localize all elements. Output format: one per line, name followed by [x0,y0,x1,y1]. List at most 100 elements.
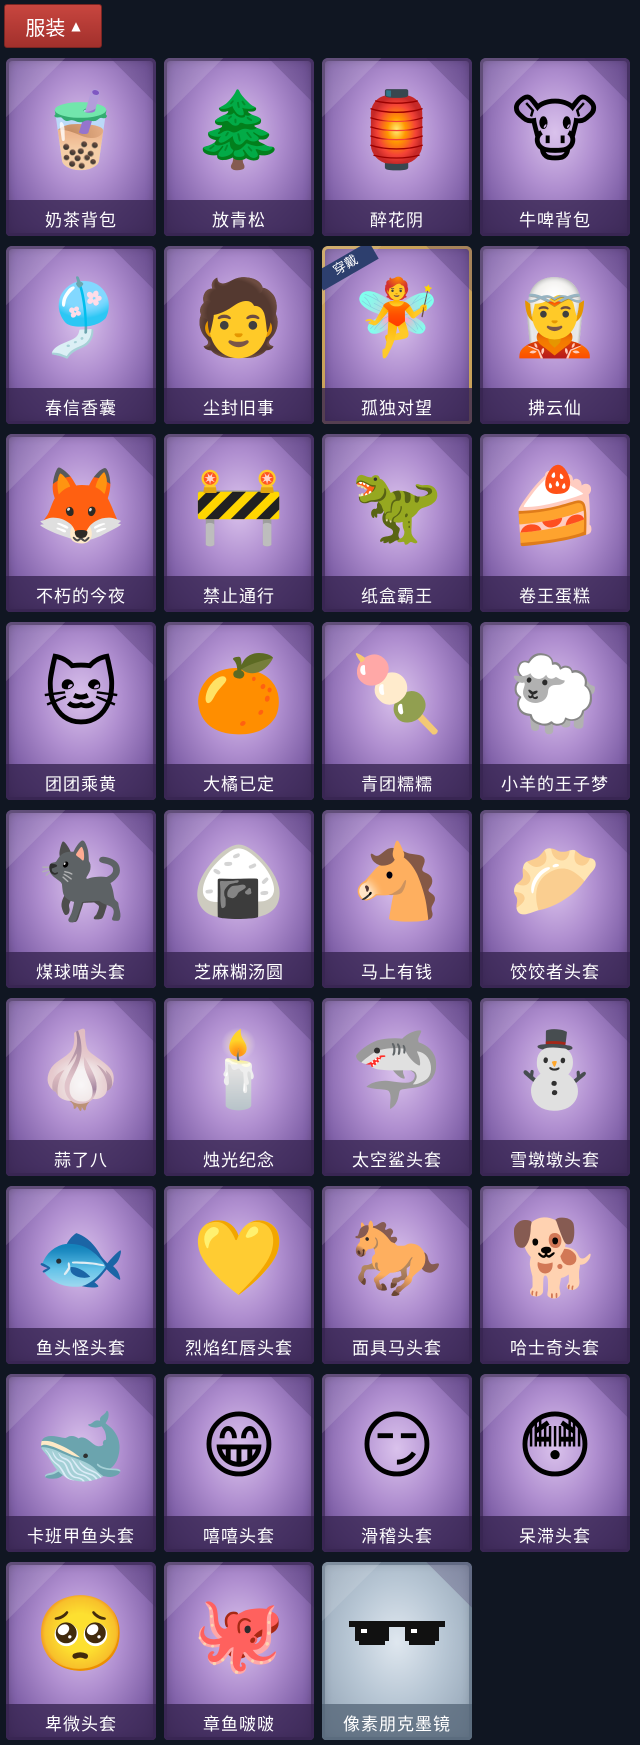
item-art-icon: 🍙 [192,839,286,925]
item-name: 芝麻糊汤圆 [164,952,314,988]
item-art-icon: 🍊 [192,651,286,737]
item-card[interactable]: 🧑 尘封旧事 [164,246,314,424]
category-title: 服装 [25,15,66,40]
item-name: 卡班甲鱼头套 [6,1516,156,1552]
item-art-icon: ⛄ [508,1027,602,1113]
item-card[interactable]: 🐮 牛啤背包 [480,58,630,236]
item-card[interactable]: 🏮 醉花阴 [322,58,472,236]
item-name: 放青松 [164,200,314,236]
item-name: 呆滞头套 [480,1516,630,1552]
item-card[interactable]: 🍙 芝麻糊汤圆 [164,810,314,988]
item-card[interactable]: 😏 滑稽头套 [322,1374,472,1552]
item-name: 大橘已定 [164,764,314,800]
item-card[interactable]: 🧚 穿戴 孤独对望 [322,246,472,424]
item-card[interactable]: 🦈 太空鲨头套 [322,998,472,1176]
item-name: 饺饺者头套 [480,952,630,988]
item-card[interactable]: 🐋 卡班甲鱼头套 [6,1374,156,1552]
item-art-icon: 🧝 [508,275,602,361]
item-grid: 🧋 奶茶背包 🌲 放青松 🏮 醉花阴 🐮 牛啤背包 🎐 春信香囊 🧑 尘封旧事 🧚 穿戴 孤独对望 🧝 拂云仙 🦊… [6,58,630,1740]
item-name: 煤球喵头套 [6,952,156,988]
item-card[interactable]: 🍊 大橘已定 [164,622,314,800]
item-art-icon: 🧋 [34,87,128,173]
pixel-sunglasses-icon [349,1621,445,1645]
item-name: 哈士奇头套 [480,1328,630,1364]
item-art-icon: 😁 [200,1403,278,1489]
item-name: 鱼头怪头套 [6,1328,156,1364]
item-art-icon: 🚧 [192,463,286,549]
item-card[interactable]: 像素朋克墨镜 [322,1562,472,1740]
item-art-icon: 🏮 [350,87,444,173]
item-name: 面具马头套 [322,1328,472,1364]
item-card[interactable]: 🐈‍⬛ 煤球喵头套 [6,810,156,988]
item-art-icon: 🍡 [350,651,444,737]
item-name: 青团糯糯 [322,764,472,800]
item-art-icon: 🦊 [34,463,128,549]
item-name: 嘻嘻头套 [164,1516,314,1552]
item-name: 马上有钱 [322,952,472,988]
item-name: 卷王蛋糕 [480,576,630,612]
item-card[interactable]: 🦊 不朽的今夜 [6,434,156,612]
item-card[interactable]: 🐕 哈士奇头套 [480,1186,630,1364]
item-art-icon: 🐟 [34,1215,128,1301]
item-card[interactable]: 🥟 饺饺者头套 [480,810,630,988]
item-card[interactable]: 😁 嘻嘻头套 [164,1374,314,1552]
item-art-icon: 🥟 [508,839,602,925]
item-art-icon: 🥺 [34,1591,128,1677]
item-name: 不朽的今夜 [6,576,156,612]
item-art-icon: 🐋 [34,1403,128,1489]
item-name: 雪墩墩头套 [480,1140,630,1176]
item-name: 蒜了八 [6,1140,156,1176]
item-card[interactable]: 🧋 奶茶背包 [6,58,156,236]
item-card[interactable]: 🍰 卷王蛋糕 [480,434,630,612]
item-name: 滑稽头套 [322,1516,472,1552]
item-name: 章鱼啵啵 [164,1704,314,1740]
item-art-icon: 🧚 [350,275,444,361]
item-name: 牛啤背包 [480,200,630,236]
item-art-icon: 🧑 [192,275,286,361]
item-card[interactable]: ⛄ 雪墩墩头套 [480,998,630,1176]
item-art-icon: 🐙 [192,1591,286,1677]
item-name: 像素朋克墨镜 [322,1704,472,1740]
item-name: 烛光纪念 [164,1140,314,1176]
item-card[interactable]: 🌲 放青松 [164,58,314,236]
item-art-icon: 🐈‍⬛ [34,839,128,925]
item-name: 团团乘黄 [6,764,156,800]
item-card[interactable]: 🦖 纸盒霸王 [322,434,472,612]
item-card[interactable]: 🐙 章鱼啵啵 [164,1562,314,1740]
item-card[interactable]: 🕯️ 烛光纪念 [164,998,314,1176]
item-card[interactable]: 🍡 青团糯糯 [322,622,472,800]
item-art-icon: 🐴 [350,839,444,925]
item-art-icon: 🐎 [350,1215,444,1301]
item-name: 太空鲨头套 [322,1140,472,1176]
item-name: 纸盒霸王 [322,576,472,612]
item-card[interactable]: 🐴 马上有钱 [322,810,472,988]
item-card[interactable]: 🎐 春信香囊 [6,246,156,424]
item-art-icon: 🐑 [508,651,602,737]
item-card[interactable]: 🧄 蒜了八 [6,998,156,1176]
item-art-icon: 🦈 [350,1027,444,1113]
item-art-icon: 🐱 [42,651,120,737]
item-name: 拂云仙 [480,388,630,424]
item-card[interactable]: 🐟 鱼头怪头套 [6,1186,156,1364]
item-art-icon: 🧄 [34,1027,128,1113]
chevron-up-icon: ▲ [71,19,81,33]
item-art-icon: 🌲 [192,87,286,173]
item-card[interactable]: 💛 烈焰红唇头套 [164,1186,314,1364]
item-card[interactable]: 🚧 禁止通行 [164,434,314,612]
item-name: 小羊的王子梦 [480,764,630,800]
item-art-icon: 🐮 [511,87,599,173]
item-card[interactable]: 🐑 小羊的王子梦 [480,622,630,800]
category-tab[interactable]: 服装 ▲ [4,4,102,48]
item-art-icon: 🐕 [508,1215,602,1301]
item-art-icon: 🕯️ [192,1027,286,1113]
item-art-icon: 💛 [192,1215,286,1301]
item-card[interactable]: 🧝 拂云仙 [480,246,630,424]
item-art-icon: 😏 [358,1403,436,1489]
item-card[interactable]: 😳 呆滞头套 [480,1374,630,1552]
item-name: 卑微头套 [6,1704,156,1740]
item-card[interactable]: 🥺 卑微头套 [6,1562,156,1740]
item-card[interactable]: 🐎 面具马头套 [322,1186,472,1364]
item-art-icon: 😳 [516,1403,594,1489]
item-card[interactable]: 🐱 团团乘黄 [6,622,156,800]
item-name: 禁止通行 [164,576,314,612]
